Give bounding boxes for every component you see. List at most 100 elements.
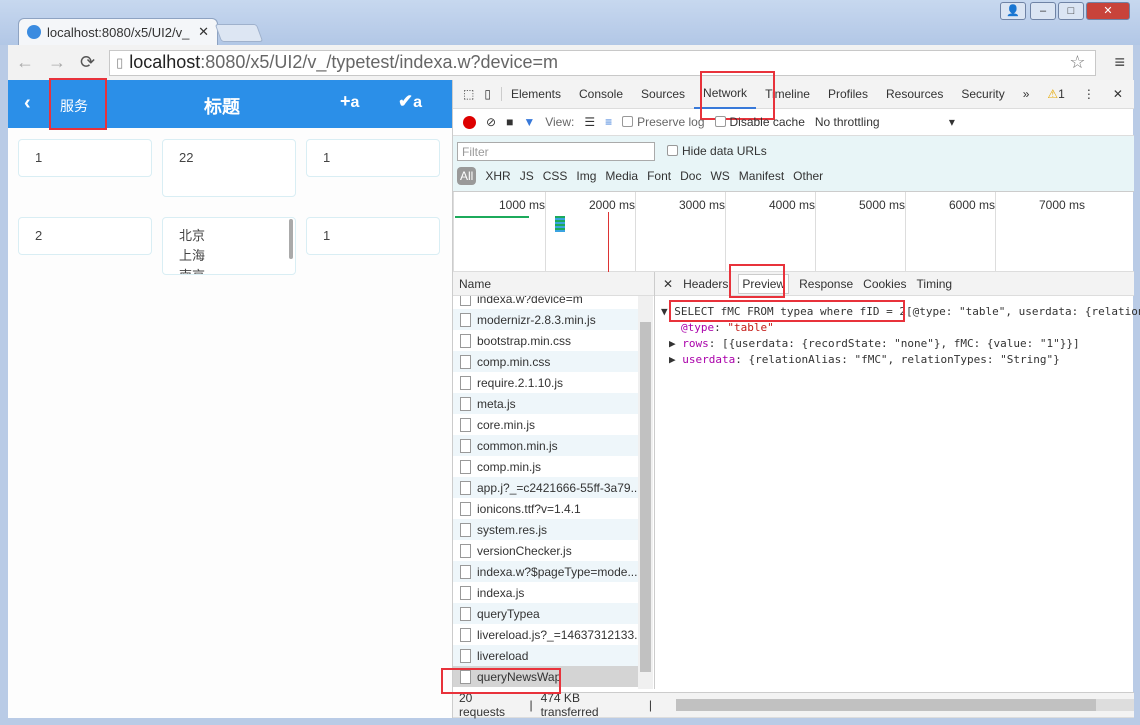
favicon-icon — [27, 25, 41, 39]
reload-icon[interactable]: ⟳ — [80, 52, 95, 73]
device-mode-icon[interactable]: ▯ — [480, 87, 502, 101]
tab-security[interactable]: Security — [952, 87, 1013, 101]
type-filter[interactable]: Other — [793, 169, 823, 183]
request-row[interactable]: bootstrap.min.css — [453, 330, 638, 351]
request-row[interactable]: queryTypea — [453, 603, 638, 624]
type-filter[interactable]: Media — [605, 169, 638, 183]
request-row[interactable]: comp.min.css — [453, 351, 638, 372]
url-input[interactable]: ▯ localhost:8080/x5/UI2/v_/typetest/inde… — [109, 49, 1097, 76]
grid-cell[interactable]: 2 — [18, 217, 152, 255]
expand-triangle-icon[interactable]: ▶ — [669, 353, 676, 366]
request-row[interactable]: core.min.js — [453, 414, 638, 435]
request-row[interactable]: versionChecker.js — [453, 540, 638, 561]
minimize-button[interactable]: – — [1030, 2, 1056, 20]
highlight-box — [441, 668, 561, 694]
request-row[interactable]: livereload — [453, 645, 638, 666]
type-filter[interactable]: XHR — [485, 169, 510, 183]
request-row[interactable]: indexa.w?$pageType=mode... — [453, 561, 638, 582]
forward-icon[interactable]: → — [48, 52, 66, 73]
browser-tab[interactable]: localhost:8080/x5/UI2/v_ ✕ — [18, 18, 218, 45]
hide-data-urls-checkbox[interactable]: Hide data URLs — [667, 144, 767, 158]
preserve-log-checkbox[interactable]: Preserve log — [622, 115, 705, 129]
clear-icon[interactable]: ⊘ — [486, 115, 496, 129]
camera-icon[interactable]: ■ — [506, 115, 513, 129]
tab-cookies[interactable]: Cookies — [863, 277, 906, 291]
menu-icon[interactable]: ≡ — [1114, 52, 1125, 73]
file-icon — [460, 459, 471, 474]
request-row[interactable]: comp.min.js — [453, 456, 638, 477]
grid-cell[interactable]: 1 — [18, 139, 152, 177]
type-filter[interactable]: Doc — [680, 169, 701, 183]
request-row[interactable]: indexa.js — [453, 582, 638, 603]
request-row[interactable]: system.res.js — [453, 519, 638, 540]
request-row[interactable]: common.min.js — [453, 435, 638, 456]
app-pane: ‹ 服务 标题 +a ✔a 1 22 1 2 北京上海南京 1 — [8, 78, 452, 718]
type-filter[interactable]: WS — [710, 169, 729, 183]
bookmark-star-icon[interactable]: ☆ — [1069, 52, 1085, 73]
highlight-box — [729, 264, 785, 298]
file-icon — [460, 438, 471, 453]
grid-cell[interactable]: 1 — [306, 217, 440, 255]
inspect-icon[interactable]: ⬚ — [453, 87, 480, 101]
type-filter-all[interactable]: All — [457, 167, 477, 185]
check-icon: ✔ — [398, 91, 414, 111]
filter-input[interactable]: Filter — [457, 142, 655, 161]
close-detail-icon[interactable]: ✕ — [663, 277, 673, 291]
type-filter[interactable]: CSS — [543, 169, 568, 183]
filter-icon[interactable]: ▼ — [523, 115, 535, 129]
request-list-scrollbar[interactable] — [638, 296, 653, 689]
request-row[interactable]: ionicons.ttf?v=1.4.1 — [453, 498, 638, 519]
timeline-overview[interactable]: 1000 ms 2000 ms 3000 ms 4000 ms 5000 ms … — [453, 192, 1134, 272]
close-window-button[interactable]: ✕ — [1086, 2, 1130, 20]
tab-resources[interactable]: Resources — [877, 87, 952, 101]
new-tab-button[interactable] — [214, 24, 264, 42]
request-row[interactable]: livereload.js?_=14637312133... — [453, 624, 638, 645]
request-row[interactable]: meta.js — [453, 393, 638, 414]
throttling-select[interactable]: No throttling ▾ — [815, 115, 955, 129]
expand-triangle-icon[interactable]: ▶ — [669, 337, 676, 350]
record-icon[interactable] — [463, 115, 476, 129]
waterfall-view-icon[interactable]: ≡ — [605, 115, 612, 129]
file-icon — [460, 606, 471, 621]
tab-timing[interactable]: Timing — [917, 277, 953, 291]
file-icon — [460, 333, 471, 348]
view-label: View: — [545, 115, 575, 129]
expand-triangle-icon: ▼ — [661, 305, 668, 318]
tab-headers[interactable]: Headers — [683, 277, 728, 291]
request-row[interactable]: app.j?_=c2421666-55ff-3a79... — [453, 477, 638, 498]
file-icon — [460, 480, 471, 495]
grid-cell[interactable]: 1 — [306, 139, 440, 177]
back-chevron-icon[interactable]: ‹ — [24, 92, 31, 115]
type-filter[interactable]: JS — [520, 169, 534, 183]
close-devtools-icon[interactable]: ✕ — [1104, 87, 1132, 101]
tab-elements[interactable]: Elements — [502, 87, 570, 101]
type-filter[interactable]: Img — [576, 169, 596, 183]
type-filter[interactable]: Manifest — [739, 169, 784, 183]
warning-badge[interactable]: ⚠1 — [1038, 87, 1073, 101]
maximize-button[interactable]: □ — [1058, 2, 1084, 20]
request-row[interactable]: indexa.w?device=m — [453, 296, 638, 309]
highlight-box — [49, 78, 107, 130]
grid-cell[interactable]: 22 — [162, 139, 296, 197]
request-row[interactable]: modernizr-2.8.3.min.js — [453, 309, 638, 330]
scrollbar[interactable] — [289, 219, 293, 259]
tab-profiles[interactable]: Profiles — [819, 87, 877, 101]
back-icon[interactable]: ← — [16, 52, 34, 73]
kebab-menu-icon[interactable]: ⋮ — [1074, 87, 1104, 101]
check-button[interactable]: ✔a — [398, 91, 422, 112]
tab-sources[interactable]: Sources — [632, 87, 694, 101]
horizontal-scrollbar[interactable] — [676, 699, 1134, 711]
highlight-box — [669, 300, 905, 322]
more-tabs-icon[interactable]: » — [1014, 87, 1039, 101]
add-button[interactable]: +a — [340, 91, 359, 112]
tab-response[interactable]: Response — [799, 277, 853, 291]
disable-cache-checkbox[interactable]: Disable cache — [714, 115, 805, 129]
user-icon[interactable]: 👤 — [1000, 2, 1026, 20]
list-view-icon[interactable]: ☰ — [584, 115, 595, 129]
city-list[interactable]: 北京上海南京 — [162, 217, 296, 275]
type-filter[interactable]: Font — [647, 169, 671, 183]
close-tab-icon[interactable]: ✕ — [198, 24, 209, 40]
tab-console[interactable]: Console — [570, 87, 632, 101]
name-column-header[interactable]: Name — [459, 277, 491, 291]
request-row[interactable]: require.2.1.10.js — [453, 372, 638, 393]
